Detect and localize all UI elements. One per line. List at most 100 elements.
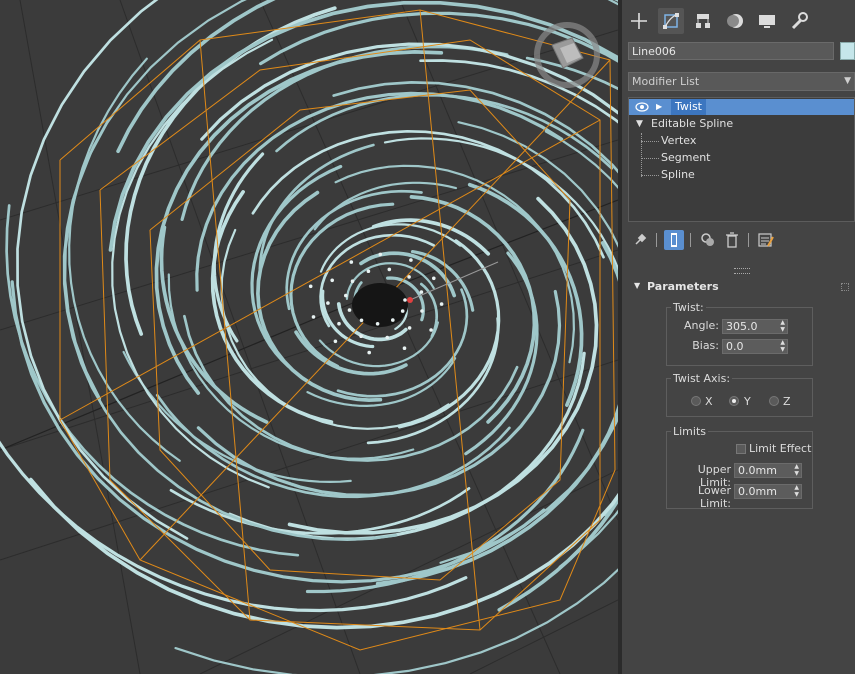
create-tab[interactable] <box>626 8 652 34</box>
viewport-canvas[interactable] <box>0 0 618 674</box>
utilities-tab[interactable] <box>786 8 812 34</box>
vertex-dot <box>378 252 383 257</box>
stack-item-editable-spline[interactable]: ▼ Editable Spline <box>629 116 854 132</box>
bias-label: Bias: <box>692 339 719 352</box>
bias-value[interactable]: 0.0 <box>726 340 744 353</box>
limits-group: Limits Limit Effect Upper Limit: 0.0mm ▲… <box>666 425 813 510</box>
utilities-icon <box>791 12 808 30</box>
vertex-dot <box>375 322 380 326</box>
stack-subitem-vertex[interactable]: Vertex <box>629 133 854 149</box>
parameters-rollout: ▼ Parameters Twist: Angle: 305.0 ▲ ▼ Bias… <box>628 278 855 521</box>
vertex-dot <box>400 309 405 313</box>
rollout-grip-icon[interactable] <box>841 283 849 291</box>
stack-toolbar <box>628 230 855 252</box>
stack-item-label: Editable Spline <box>651 117 734 130</box>
eye-icon[interactable] <box>635 102 649 112</box>
modifier-list-label: Modifier List <box>632 75 700 88</box>
vertex-dot <box>403 298 407 302</box>
hierarchy-icon <box>696 14 710 28</box>
expand-arrow-icon[interactable]: ▶ <box>656 99 662 115</box>
limit-effect-label: Limit Effect <box>749 442 812 455</box>
toolbar-separator <box>690 233 691 247</box>
toolbar-separator <box>656 233 657 247</box>
vertex-dot <box>419 290 424 294</box>
vertex-dot <box>333 339 338 344</box>
stack-item-label: Vertex <box>661 134 697 147</box>
vertex-dot <box>367 350 372 355</box>
limit-effect-checkbox[interactable] <box>736 444 746 454</box>
hierarchy-tab[interactable] <box>690 8 716 34</box>
vertex-dot <box>391 318 395 322</box>
show-end-result-icon <box>671 233 677 247</box>
configure-sets-icon <box>758 233 774 247</box>
axis-z-label: Z <box>783 395 791 408</box>
lower-limit-label: Lower Limit: <box>698 484 731 510</box>
command-panel-tabs <box>622 0 855 40</box>
upper-limit-value[interactable]: 0.0mm <box>738 464 777 477</box>
parameters-rollout-header[interactable]: ▼ Parameters <box>628 278 855 296</box>
modify-icon <box>663 13 679 29</box>
object-name-field[interactable]: Line006 <box>628 42 834 60</box>
panel-resize-grip[interactable] <box>734 268 750 274</box>
axis-x-label: X <box>705 395 713 408</box>
stack-item-twist[interactable]: ▶ Twist <box>629 99 854 115</box>
collapse-arrow-icon[interactable]: ▼ <box>636 116 643 132</box>
make-unique-button[interactable] <box>698 230 718 250</box>
trash-icon <box>726 232 738 248</box>
vertex-dot <box>407 326 412 330</box>
vertex-dot <box>349 260 354 264</box>
group-title: Twist: <box>671 301 706 314</box>
axis-y-label: Y <box>744 395 751 408</box>
make-unique-icon <box>701 233 714 246</box>
angle-value[interactable]: 305.0 <box>726 320 758 333</box>
lower-limit-spinner[interactable]: 0.0mm ▲ ▼ <box>734 484 802 499</box>
group-title: Limits <box>671 425 708 438</box>
motion-tab[interactable] <box>722 8 748 34</box>
bias-spinner[interactable]: 0.0 ▲ ▼ <box>722 339 788 354</box>
vertex-dot <box>366 269 371 274</box>
vertex-dot <box>350 279 355 284</box>
twist-axis-group: Twist Axis: X Y Z <box>666 372 813 417</box>
vertex-dot <box>439 302 444 306</box>
vertex-dot <box>402 346 407 351</box>
spinner-arrows-icon[interactable]: ▲ ▼ <box>780 319 785 333</box>
toolbar-separator <box>748 233 749 247</box>
dropdown-arrow-icon: ▼ <box>844 76 851 86</box>
create-icon <box>631 13 647 29</box>
lower-limit-value[interactable]: 0.0mm <box>738 485 777 498</box>
perspective-viewport[interactable] <box>0 0 618 674</box>
spinner-arrows-icon[interactable]: ▲ ▼ <box>780 339 785 353</box>
vertex-dot <box>330 278 335 283</box>
pivot-point <box>407 297 413 303</box>
axis-z-radio[interactable] <box>769 396 779 406</box>
vertex-dot <box>347 308 352 312</box>
pin-icon <box>635 233 647 245</box>
remove-modifier-button[interactable] <box>722 230 742 250</box>
group-title: Twist Axis: <box>671 372 733 385</box>
modify-tab[interactable] <box>658 8 684 34</box>
modifier-list-dropdown[interactable]: Modifier List ▼ <box>628 72 855 91</box>
vertex-dot <box>409 258 413 262</box>
angle-label: Angle: <box>683 319 719 332</box>
vertex-dot <box>308 284 313 289</box>
upper-limit-spinner[interactable]: 0.0mm ▲ ▼ <box>734 463 802 478</box>
angle-spinner[interactable]: 305.0 ▲ ▼ <box>722 319 788 334</box>
vertex-dot <box>311 315 316 319</box>
configure-modifier-sets-button[interactable] <box>756 230 776 250</box>
rollout-title: Parameters <box>647 280 719 293</box>
display-tab[interactable] <box>754 8 780 34</box>
object-color-swatch[interactable] <box>840 42 855 60</box>
pin-stack-button[interactable] <box>630 230 650 250</box>
stack-subitem-segment[interactable]: Segment <box>629 150 854 166</box>
vertex-dot <box>344 293 348 298</box>
modifier-stack[interactable]: ▶ Twist ▼ Editable Spline Vertex Segment… <box>628 97 855 222</box>
vertex-dot <box>407 275 411 279</box>
axis-x-radio[interactable] <box>691 396 701 406</box>
spinner-arrows-icon[interactable]: ▲ ▼ <box>794 484 799 498</box>
twist-group: Twist: Angle: 305.0 ▲ ▼ Bias: 0.0 ▲ ▼ <box>666 301 813 366</box>
axis-y-radio[interactable] <box>729 396 739 406</box>
show-end-result-button[interactable] <box>664 230 684 250</box>
motion-icon <box>727 14 743 28</box>
spinner-arrows-icon[interactable]: ▲ ▼ <box>794 463 799 477</box>
stack-subitem-spline[interactable]: Spline <box>629 167 854 183</box>
